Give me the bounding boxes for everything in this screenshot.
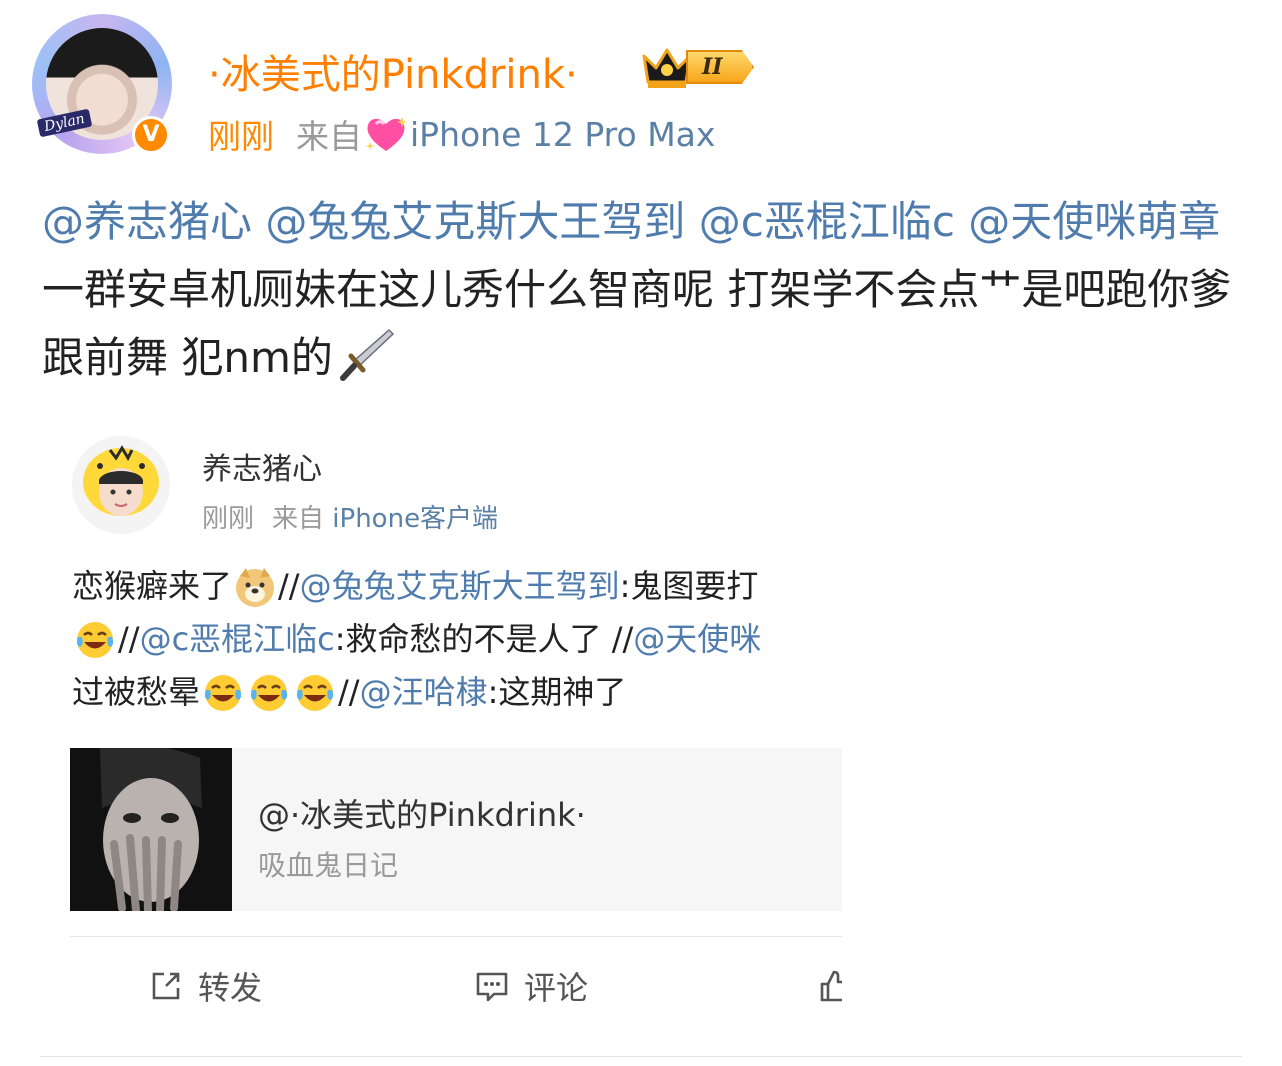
post-text-space bbox=[955, 197, 968, 246]
mention-link[interactable]: @天使咪萌章 bbox=[968, 197, 1220, 246]
crown-icon bbox=[642, 48, 692, 88]
quoted-post-title[interactable]: @·冰美式的Pinkdrink· bbox=[258, 790, 586, 836]
thumbs-up-icon bbox=[820, 970, 842, 1002]
portrait-thumbnail-icon bbox=[70, 748, 232, 911]
repost-time: 刚刚 bbox=[202, 504, 255, 534]
repost-from-label: 来自 bbox=[272, 504, 325, 534]
comment-label: 评论 bbox=[524, 969, 589, 1007]
member-rank-badge[interactable]: II bbox=[640, 40, 756, 92]
laughing-crying-emoji-icon bbox=[296, 674, 334, 711]
quoted-post-thumbnail bbox=[70, 748, 232, 911]
repost-text-segment: 恋猴癖来了 bbox=[72, 567, 233, 605]
repost-text-segment: // bbox=[278, 567, 300, 605]
chick-hat-avatar-icon bbox=[72, 436, 170, 534]
comment-icon bbox=[476, 972, 508, 1002]
author-avatar[interactable]: Dylan V bbox=[32, 14, 172, 154]
repost-text-segment: :鬼图要打 bbox=[619, 567, 759, 605]
repost-text-segment: :救命愁的不是人了 // bbox=[334, 620, 634, 658]
laughing-crying-emoji-icon bbox=[204, 674, 242, 711]
repost-line: //@c恶棍江临c:救命愁的不是人了 //@天使咪 bbox=[72, 613, 842, 666]
repost-line: 过被愁晕 //@汪哈棣:这期神了 bbox=[72, 666, 842, 719]
sparkling-heart-icon bbox=[366, 117, 407, 151]
repost-device[interactable]: iPhone客户端 bbox=[332, 504, 498, 534]
post-meta: 刚刚 来自 iPhone 12 Pro Max bbox=[208, 110, 715, 158]
post-body-text: 一群安卓机厕妹在这儿秀什么智商呢 打架学不会点艹是吧跑你爹跟前舞 犯nm的 bbox=[42, 265, 1232, 382]
mention-link[interactable]: @兔兔艾克斯大王驾到 bbox=[300, 560, 620, 613]
mention-link[interactable]: @兔兔艾克斯大王驾到 bbox=[265, 197, 685, 246]
repost-text-segment: :这期神了 bbox=[487, 673, 627, 711]
mention-link[interactable]: @天使咪 bbox=[633, 613, 761, 666]
mention-link[interactable]: @养志猪心 bbox=[42, 197, 252, 246]
repost-line: 恋猴癖来了 //@兔兔艾克斯大王驾到:鬼图要打 bbox=[72, 560, 842, 613]
verified-badge-icon: V bbox=[132, 116, 170, 154]
post-time: 刚刚 bbox=[208, 117, 274, 156]
mention-link[interactable]: @汪哈棣 bbox=[360, 666, 488, 719]
repost-text-segment: // bbox=[118, 620, 140, 658]
mention-link[interactable]: @c恶棍江临c bbox=[140, 613, 335, 666]
comment-button[interactable]: 评论 bbox=[474, 946, 588, 1026]
quoted-post-card[interactable]: @·冰美式的Pinkdrink· 吸血鬼日记 bbox=[70, 748, 842, 911]
repost-actions: 转发 评论 bbox=[70, 946, 842, 1026]
forward-button[interactable]: 转发 bbox=[148, 946, 262, 1026]
post-from-label: 来自 bbox=[296, 117, 362, 156]
divider bbox=[40, 1056, 1242, 1057]
like-button[interactable] bbox=[818, 946, 842, 1026]
mention-link[interactable]: @c恶棍江临c bbox=[699, 197, 955, 246]
laughing-crying-emoji-icon bbox=[250, 674, 288, 711]
repost-text-segment: 过被愁晕 bbox=[72, 673, 201, 711]
laughing-crying-emoji-icon bbox=[76, 621, 114, 658]
dagger-icon bbox=[339, 328, 394, 381]
repost-text-segment: // bbox=[338, 673, 360, 711]
divider bbox=[70, 936, 842, 937]
share-icon bbox=[152, 972, 180, 1000]
quoted-post-subtitle: 吸血鬼日记 bbox=[258, 849, 399, 882]
post-text-space bbox=[685, 197, 698, 246]
repost-text: 恋猴癖来了 //@兔兔艾克斯大王驾到:鬼图要打 //@c恶棍江临c:救命愁的不是… bbox=[72, 560, 842, 719]
doge-emoji-icon bbox=[236, 567, 275, 607]
post-text-space bbox=[252, 197, 265, 246]
repost-author-name[interactable]: 养志猪心 bbox=[202, 444, 322, 488]
repost-card[interactable]: 养志猪心 刚刚 来自 iPhone客户端 恋猴癖来了 //@兔兔艾克斯大王驾到:鬼… bbox=[42, 414, 842, 1030]
post-text: @养志猪心 @兔兔艾克斯大王驾到 @c恶棍江临c @天使咪萌章 一群安卓机厕妹在… bbox=[42, 188, 1252, 392]
repost-meta: 刚刚 来自 iPhone客户端 bbox=[202, 498, 498, 535]
author-username[interactable]: ·冰美式的Pinkdrink· bbox=[208, 42, 578, 100]
post-device[interactable]: iPhone 12 Pro Max bbox=[410, 115, 715, 154]
repost-author-avatar[interactable] bbox=[72, 436, 170, 534]
rank-level: II bbox=[686, 50, 754, 84]
forward-label: 转发 bbox=[198, 969, 263, 1007]
